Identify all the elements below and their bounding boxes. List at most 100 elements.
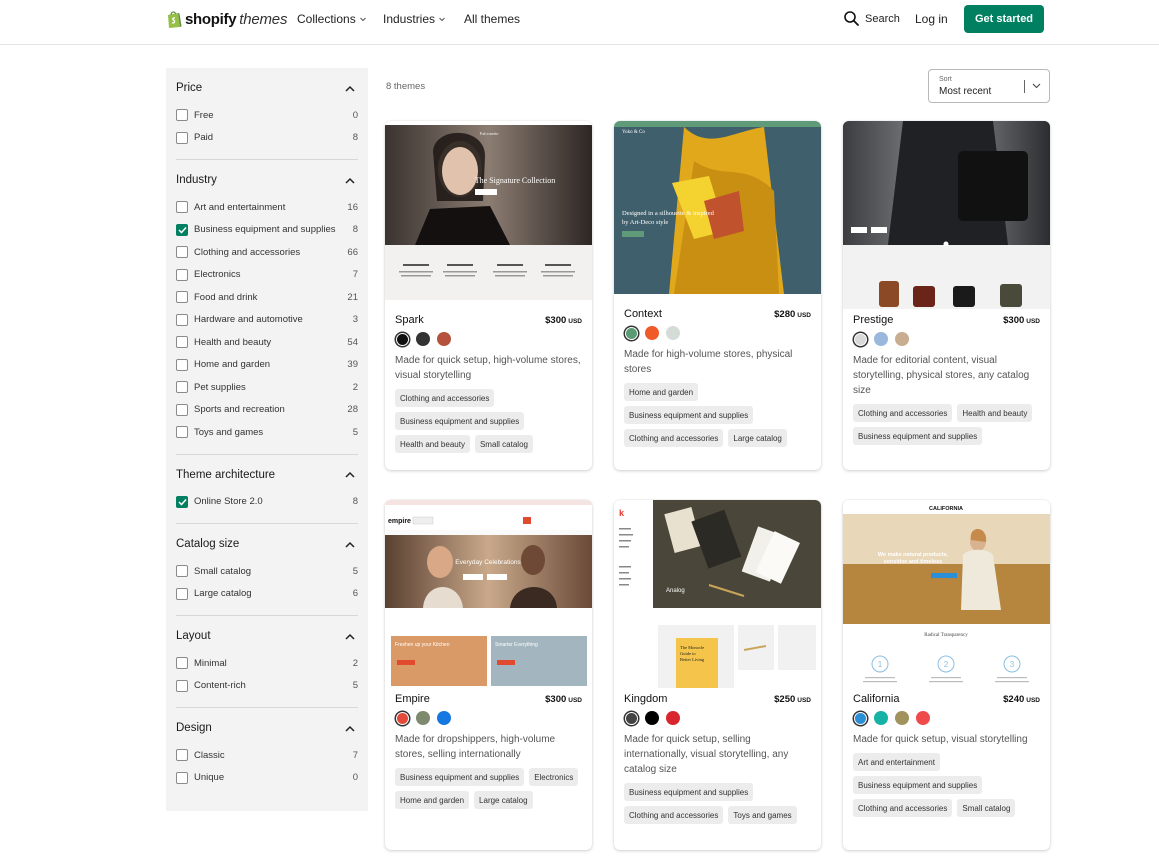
filter-group-toggle[interactable]: Price [176, 68, 358, 104]
theme-tag[interactable]: Business equipment and supplies [624, 406, 754, 424]
theme-tag[interactable]: Small catalog [957, 799, 1016, 817]
color-swatch[interactable] [895, 332, 909, 346]
filter-checkbox[interactable] [176, 131, 188, 144]
theme-tag[interactable]: Business equipment and supplies [853, 427, 983, 445]
nav-industries[interactable]: Industries [383, 12, 446, 26]
theme-name[interactable]: Context [624, 308, 662, 320]
filter-checkbox[interactable] [176, 403, 188, 416]
filter-checkbox[interactable] [176, 358, 188, 371]
filter-option[interactable]: Small catalog 5 [176, 560, 358, 583]
filter-option[interactable]: Large catalog 6 [176, 583, 358, 606]
sort-select[interactable]: Sort Most recent [928, 69, 1050, 103]
theme-tag[interactable]: Business equipment and supplies [624, 783, 754, 801]
get-started-button[interactable]: Get started [964, 5, 1044, 33]
color-swatch[interactable] [437, 332, 451, 346]
theme-tag[interactable]: Clothing and accessories [624, 429, 724, 447]
filter-group-toggle[interactable]: Layout [176, 616, 358, 652]
color-swatch[interactable] [874, 332, 888, 346]
theme-preview-context[interactable]: Yoko & Co Designed in a silhouette & ins… [614, 121, 821, 294]
filter-option[interactable]: Food and drink 21 [176, 286, 358, 309]
filter-option[interactable]: Classic 7 [176, 744, 358, 767]
color-swatch[interactable] [645, 711, 659, 725]
theme-preview-kingdom[interactable]: k Analog The Monocle Guide to Better Liv… [614, 500, 821, 688]
filter-checkbox[interactable] [176, 381, 188, 394]
theme-preview-california[interactable]: CALIFORNIA We make natural products, sen… [843, 500, 1050, 688]
filter-option[interactable]: Health and beauty 54 [176, 331, 358, 354]
filter-option[interactable]: Sports and recreation 28 [176, 399, 358, 422]
theme-tag[interactable]: Health and beauty [395, 435, 470, 453]
theme-name[interactable]: Prestige [853, 314, 893, 326]
theme-tag[interactable]: Clothing and accessories [853, 404, 953, 422]
color-swatch[interactable] [625, 712, 637, 724]
filter-option[interactable]: Free 0 [176, 104, 358, 127]
theme-card-empire[interactable]: empire Everyday Celebrations Freshen up … [385, 500, 592, 850]
color-swatch[interactable] [666, 326, 680, 340]
search-button[interactable]: Search [843, 10, 900, 27]
color-swatch[interactable] [854, 333, 866, 345]
filter-checkbox[interactable] [176, 749, 188, 762]
filter-option[interactable]: Pet supplies 2 [176, 376, 358, 399]
filter-checkbox[interactable] [176, 336, 188, 349]
filter-group-toggle[interactable]: Catalog size [176, 524, 358, 560]
filter-checkbox[interactable] [176, 246, 188, 259]
filter-checkbox[interactable] [176, 291, 188, 304]
theme-tag[interactable]: Health and beauty [957, 404, 1033, 422]
theme-tag[interactable]: Business equipment and supplies [853, 776, 983, 794]
filter-option[interactable]: Electronics 7 [176, 264, 358, 287]
filter-option[interactable]: Online Store 2.0 8 [176, 491, 358, 514]
filter-checkbox[interactable] [176, 657, 188, 670]
theme-name[interactable]: California [853, 693, 899, 705]
filter-option[interactable]: Art and entertainment 16 [176, 196, 358, 219]
theme-tag[interactable]: Clothing and accessories [853, 799, 953, 817]
theme-preview-empire[interactable]: empire Everyday Celebrations Freshen up … [385, 500, 592, 688]
theme-name[interactable]: Empire [395, 693, 430, 705]
filter-checkbox[interactable] [176, 268, 188, 281]
filter-option[interactable]: Unique 0 [176, 767, 358, 790]
theme-preview-prestige[interactable] [843, 121, 1050, 309]
color-swatch[interactable] [416, 332, 430, 346]
filter-checkbox[interactable] [176, 565, 188, 578]
filter-group-toggle[interactable]: Design [176, 708, 358, 744]
theme-tag[interactable]: Business equipment and supplies [395, 768, 525, 786]
filter-checkbox[interactable] [176, 587, 188, 600]
theme-tag[interactable]: Clothing and accessories [395, 389, 495, 407]
filter-option[interactable]: Home and garden 39 [176, 354, 358, 377]
color-swatch[interactable] [396, 712, 408, 724]
filter-option[interactable]: Hardware and automotive 3 [176, 309, 358, 332]
filter-option[interactable]: Content-rich 5 [176, 675, 358, 698]
filter-checkbox[interactable] [176, 495, 188, 508]
filter-option[interactable]: Minimal 2 [176, 652, 358, 675]
shopify-themes-logo[interactable]: shopify themes [166, 9, 287, 29]
filter-checkbox[interactable] [176, 109, 188, 122]
color-swatch[interactable] [895, 711, 909, 725]
color-swatch[interactable] [437, 711, 451, 725]
filter-group-toggle[interactable]: Theme architecture [176, 455, 358, 491]
filter-option[interactable]: Business equipment and supplies 8 [176, 219, 358, 242]
color-swatch[interactable] [645, 326, 659, 340]
theme-tag[interactable]: Art and entertainment [853, 753, 940, 771]
theme-card-prestige[interactable]: Prestige $300 USD Made for editorial cont… [843, 121, 1050, 470]
filter-checkbox[interactable] [176, 201, 188, 214]
theme-name[interactable]: Spark [395, 314, 424, 326]
color-swatch[interactable] [916, 711, 930, 725]
theme-tag[interactable]: Large catalog [728, 429, 787, 447]
color-swatch[interactable] [416, 711, 430, 725]
filter-group-toggle[interactable]: Industry [176, 160, 358, 196]
filter-option[interactable]: Toys and games 5 [176, 421, 358, 444]
nav-all-themes[interactable]: All themes [464, 12, 520, 26]
theme-tag[interactable]: Home and garden [624, 383, 699, 401]
theme-tag[interactable]: Home and garden [395, 791, 470, 809]
theme-tag[interactable]: Electronics [529, 768, 579, 786]
filter-option[interactable]: Clothing and accessories 66 [176, 241, 358, 264]
theme-card-spark[interactable]: Falconette The Signature Collection Spar… [385, 121, 592, 470]
theme-tag[interactable]: Toys and games [728, 806, 797, 824]
color-swatch[interactable] [666, 711, 680, 725]
theme-tag[interactable]: Large catalog [474, 791, 533, 809]
color-swatch[interactable] [396, 333, 408, 345]
theme-tag[interactable]: Business equipment and supplies [395, 412, 525, 430]
filter-checkbox[interactable] [176, 313, 188, 326]
theme-card-kingdom[interactable]: k Analog The Monocle Guide to Better Liv… [614, 500, 821, 850]
filter-checkbox[interactable] [176, 679, 188, 692]
color-swatch[interactable] [854, 712, 866, 724]
theme-tag[interactable]: Small catalog [474, 435, 533, 453]
